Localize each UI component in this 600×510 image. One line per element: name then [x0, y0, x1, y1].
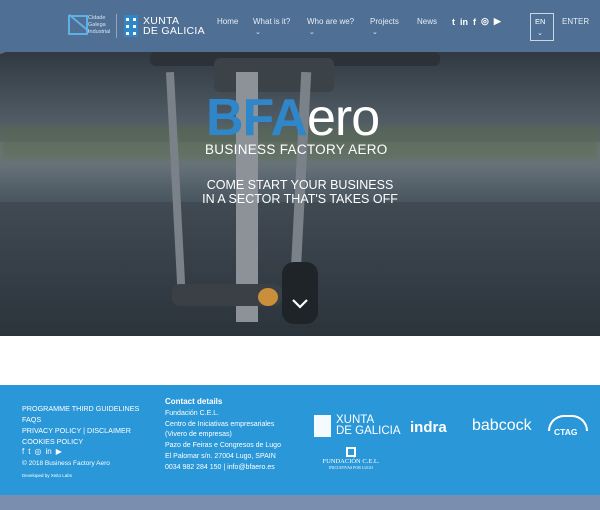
enter-link[interactable]: ENTER: [562, 17, 589, 26]
site-header: Cidade Galega Industrial XUNTA DE GALICI…: [0, 0, 600, 52]
hero-title: BFAero: [206, 89, 380, 147]
linkedin-icon[interactable]: in: [45, 447, 51, 456]
contact-line: El Palomar s/n. 27004 Lugo, SPAIN: [165, 452, 276, 460]
scroll-down-chevron-icon[interactable]: [291, 295, 309, 313]
hero-title-ero: ero: [307, 89, 380, 147]
nav-label: Home: [217, 17, 239, 26]
cel-line: FUNDACIÓN C.E.L.: [322, 458, 380, 465]
partner-indra-logo[interactable]: indra: [410, 419, 447, 436]
footer-link-cookies[interactable]: COOKIES POLICY: [22, 436, 139, 447]
partner-logos: XUNTA DE GALICIA indra babcock CTAG FUND…: [314, 413, 594, 470]
youtube-icon[interactable]: ▶: [56, 447, 62, 456]
chevron-down-icon: ⌄: [309, 29, 315, 36]
instagram-icon[interactable]: ◎: [481, 16, 489, 27]
language-label: EN: [535, 17, 546, 26]
landing-wheel: [282, 262, 318, 324]
chevron-down-icon: ⌄: [372, 29, 378, 36]
cel-line: INICIATIVAS POR LUGO: [328, 465, 374, 470]
facebook-icon[interactable]: f: [22, 447, 24, 456]
xunta-line: DE GALICIA: [143, 25, 205, 37]
tagline-line: COME START YOUR BUSINESS: [206, 178, 394, 192]
ciudad-galega-logo[interactable]: Cidade Galega Industrial: [66, 13, 114, 39]
footer-social-links: f t ◎ in ▶: [22, 447, 62, 456]
developed-by-link[interactable]: Developed by Xeito Labs: [22, 473, 72, 478]
hero-banner: BFAero BUSINESS FACTORY AERO COME START …: [0, 52, 600, 336]
nav-home[interactable]: Home: [217, 17, 238, 26]
ciudad-logo-icon: [66, 13, 88, 35]
contact-line: Fundación C.E.L.: [165, 409, 220, 417]
partner-cel-logo[interactable]: FUNDACIÓN C.E.L. INICIATIVAS POR LUGO: [316, 447, 386, 470]
logo-line: Cidade: [88, 15, 106, 21]
footer-link-separator: |: [83, 426, 85, 435]
footer-link-disclaimer[interactable]: DISCLAIMER: [87, 426, 131, 435]
nav-label: News: [417, 17, 438, 26]
bottom-band: [0, 495, 600, 510]
header-social-links: t in f ◎ ▶: [452, 16, 501, 27]
partner-ctag-logo[interactable]: CTAG: [548, 415, 588, 437]
facebook-icon[interactable]: f: [473, 17, 476, 27]
youtube-icon[interactable]: ▶: [494, 16, 501, 27]
header-divider: [116, 14, 117, 38]
helicopter-hub: [214, 58, 334, 92]
instagram-icon[interactable]: ◎: [34, 447, 41, 456]
copyright-text: © 2018 Business Factory Aero: [22, 460, 110, 467]
twitter-icon[interactable]: t: [452, 17, 455, 27]
cel-mark-icon: [346, 447, 356, 457]
contact-line: Pazo de Feiras e Congresos de Lugo: [165, 442, 281, 450]
footer-link-guidelines[interactable]: PROGRAMME THIRD GUIDELINES: [22, 403, 139, 414]
twitter-icon[interactable]: t: [28, 447, 30, 456]
nav-label: What is it?: [253, 17, 291, 26]
xunta-emblem-icon: [124, 15, 138, 37]
contact-details: Contact details Fundación C.E.L. Centro …: [165, 397, 281, 474]
nav-who-are-we[interactable]: Who are we? ⌄: [307, 17, 355, 36]
site-footer: PROGRAMME THIRD GUIDELINES FAQS PRIVACY …: [0, 385, 600, 495]
chevron-down-icon: ⌄: [255, 29, 261, 36]
hero-title-bfa: BFA: [206, 89, 308, 147]
contact-line: (Vivero de empresas): [165, 431, 232, 439]
linkedin-icon[interactable]: in: [460, 17, 468, 27]
logo-line: Galega: [88, 22, 106, 28]
footer-link-privacy[interactable]: PRIVACY POLICY: [22, 426, 81, 435]
nav-label: Who are we?: [307, 17, 355, 26]
ctag-label: CTAG: [554, 427, 578, 437]
nav-label: Projects: [370, 17, 399, 26]
nav-projects[interactable]: Projects ⌄: [370, 17, 399, 36]
footer-links: PROGRAMME THIRD GUIDELINES FAQS PRIVACY …: [22, 403, 139, 447]
tagline-line: IN A SECTOR THAT'S TAKES OFF: [202, 192, 398, 206]
hero-subtitle: BUSINESS FACTORY AERO: [205, 142, 388, 157]
contact-line: 0034 982 284 150 | info@bfaero.es: [165, 463, 275, 471]
chevron-down-icon: ⌄: [537, 30, 543, 37]
nav-news[interactable]: News: [417, 17, 437, 26]
contact-line: Centro de Iniciativas empresariales: [165, 420, 275, 428]
partner-xunta-line: DE GALICIA: [336, 425, 401, 437]
xunta-emblem-icon: [314, 415, 331, 437]
nav-what-is-it[interactable]: What is it? ⌄: [253, 17, 291, 36]
xunta-logo[interactable]: XUNTA DE GALICIA: [124, 15, 205, 37]
footer-link-faqs[interactable]: FAQS: [22, 414, 139, 425]
partner-xunta-logo[interactable]: XUNTA DE GALICIA: [314, 414, 401, 437]
logo-line: Industrial: [88, 29, 111, 35]
hero-tagline: COME START YOUR BUSINESS IN A SECTOR THA…: [150, 178, 450, 206]
language-selector[interactable]: EN ⌄: [530, 13, 554, 41]
partner-babcock-logo[interactable]: babcock: [472, 417, 532, 435]
contact-heading: Contact details: [165, 397, 223, 406]
